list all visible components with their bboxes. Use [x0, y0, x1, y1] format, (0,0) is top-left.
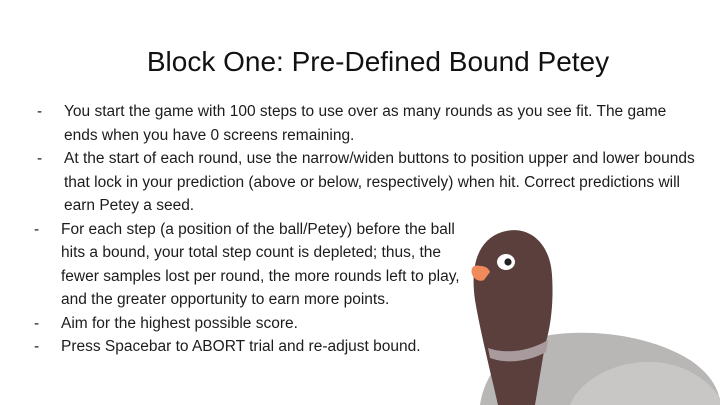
- bullet-text: For each step (a position of the ball/Pe…: [61, 220, 460, 309]
- bullet-marker: -: [37, 150, 43, 167]
- bullet-marker: -: [34, 314, 40, 332]
- bullet-marker: -: [37, 103, 43, 120]
- slide: Block One: Pre-Defined Bound Petey - You…: [0, 0, 720, 405]
- bullet-marker: -: [34, 338, 40, 355]
- pigeon-illustration-icon: [471, 230, 720, 405]
- bullet-item: - At the start of each round, use the na…: [0, 147, 720, 218]
- slide-title: Block One: Pre-Defined Bound Petey: [146, 46, 610, 77]
- bullet-text: Press Spacebar to ABORT trial and re-adj…: [61, 338, 421, 355]
- bullet-item: - You start the game with 100 steps to u…: [0, 100, 720, 147]
- bullet-text: At the start of each round, use the narr…: [64, 150, 695, 214]
- pigeon-pupil: [504, 258, 512, 266]
- bullet-text: Aim for the highest possible score.: [61, 314, 298, 332]
- bullet-marker: -: [34, 220, 40, 238]
- bullet-text: You start the game with 100 steps to use…: [64, 103, 667, 144]
